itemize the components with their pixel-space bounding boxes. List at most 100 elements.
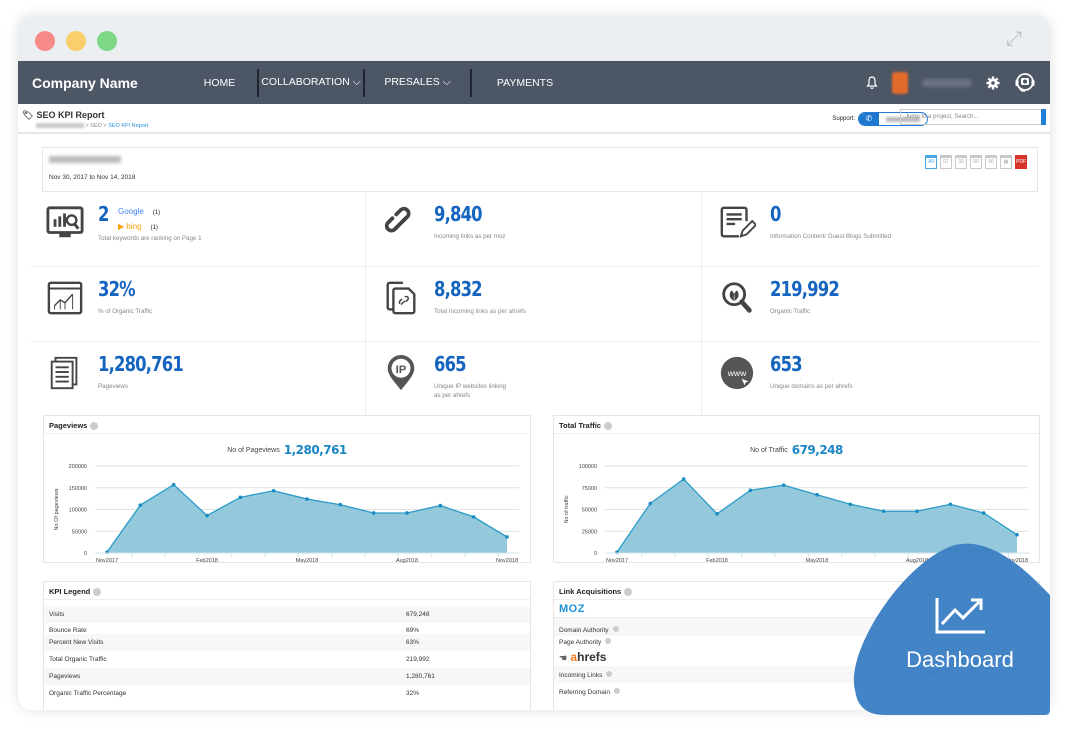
x-tick-label: May2018 <box>296 558 319 564</box>
data-point <box>205 513 209 518</box>
kpi-value: 32% <box>98 277 136 301</box>
top-nav: Company Name HOME COLLABORATION ⌵ PRESAL… <box>18 61 1050 104</box>
kpi-label: Information Content/ Guest Blogs Submitt… <box>770 233 892 240</box>
data-point <box>881 509 886 514</box>
kpi-grid: 2 Google (1) ▶ bing (1) Total keywords are… <box>30 192 1040 417</box>
y-tick-label: 100000 <box>69 508 87 514</box>
avatar[interactable] <box>892 71 908 94</box>
brand-name[interactable]: Company Name <box>32 75 182 91</box>
legend-row: Bounce Rate 69% <box>49 627 420 634</box>
breadcrumb-root-blurred[interactable] <box>36 123 84 129</box>
user-name-blurred[interactable] <box>922 78 972 87</box>
kpi-value: 9,840 <box>434 202 483 226</box>
legend-row: Percent New Visits 63% <box>44 634 530 651</box>
nav-presales[interactable]: PRESALES ⌵ <box>365 76 470 89</box>
dashboard-label: Dashboard <box>906 647 1014 672</box>
pdf-export-button[interactable]: PDF <box>1015 155 1027 169</box>
data-point <box>405 511 409 515</box>
nav-home[interactable]: HOME <box>182 77 257 89</box>
x-tick-label: Nov2018 <box>496 558 518 564</box>
help-icon[interactable] <box>612 626 619 632</box>
nav-collaboration[interactable]: COLLABORATION ⌵ <box>259 76 363 89</box>
data-point <box>948 502 953 507</box>
legend-row: Visits 679,248 <box>44 606 530 623</box>
kpi-label: Total keywords are ranking on Page 1 <box>98 235 202 242</box>
filter-all-button[interactable]: All <box>925 155 937 169</box>
gear-icon[interactable] <box>986 76 1000 90</box>
data-point <box>305 497 309 501</box>
bing-count: (1) <box>150 225 158 231</box>
y-tick-label: 100000 <box>579 464 597 470</box>
dashboard-badge[interactable]: Dashboard <box>845 540 1068 740</box>
filter-90-button[interactable]: 90 <box>985 155 997 169</box>
filter-07-button[interactable]: 07 <box>940 155 952 169</box>
data-point <box>848 502 853 507</box>
y-tick-label: 50000 <box>72 529 87 535</box>
bell-icon[interactable] <box>866 76 878 89</box>
kpi-value: 0 <box>770 202 781 226</box>
filter-60-button[interactable]: 60 <box>970 155 982 169</box>
pages-icon <box>50 356 78 390</box>
x-tick-label: Nov2017 <box>96 558 118 564</box>
data-point <box>715 512 719 516</box>
support-label: Support: <box>832 116 855 122</box>
kpi-organic-percent: 32% % of Organic Traffic <box>30 267 366 342</box>
svg-text:www: www <box>727 368 747 378</box>
google-logo: Google <box>118 207 144 216</box>
filter-30-button[interactable]: 30 <box>955 155 967 169</box>
data-point <box>371 511 376 515</box>
kpi-label: Organic Traffic <box>770 308 811 315</box>
data-point <box>748 488 753 493</box>
panel-title: KPI Legend <box>44 582 530 600</box>
kpi-label: % of Organic Traffic <box>98 308 153 315</box>
minimize-window-button[interactable] <box>66 31 86 51</box>
date-range: Nov 30, 2017 to Nov 14, 2018 <box>49 174 136 181</box>
y-tick-label: 75000 <box>582 486 597 492</box>
browser-chart-icon <box>47 281 83 315</box>
site-name-blurred <box>49 156 121 163</box>
document-edit-icon <box>720 206 756 238</box>
breadcrumb-current: SEO KPI Report <box>108 123 149 129</box>
x-tick-label: Aug2018 <box>396 558 418 564</box>
support-headset-icon[interactable] <box>1014 72 1036 94</box>
kpi-value: 2 <box>98 202 109 226</box>
kpi-organic-traffic: 219,992 Organic Traffic <box>702 267 1038 342</box>
ip-pin-icon: IP <box>387 354 415 391</box>
help-icon[interactable] <box>624 588 633 597</box>
range-filters: All 07 30 60 90 ▦ PDF <box>925 155 1027 169</box>
expand-arrows-icon[interactable]: ⤢ <box>1006 28 1022 51</box>
close-window-button[interactable] <box>35 31 55 51</box>
legend-row: Total Organic Traffic 219,992 <box>49 656 430 663</box>
y-axis-label: No of traffic <box>564 495 570 523</box>
help-icon[interactable] <box>605 638 612 644</box>
kpi-label: Total Incoming links as per ahrefs <box>434 308 526 315</box>
data-point <box>271 488 276 493</box>
maximize-window-button[interactable] <box>97 31 117 51</box>
project-search-input[interactable]: Jump to a project, Search... <box>900 109 1046 125</box>
help-icon[interactable] <box>606 670 613 677</box>
date-range-box: Nov 30, 2017 to Nov 14, 2018 All 07 30 6… <box>42 147 1038 192</box>
data-point <box>815 492 819 497</box>
breadcrumb-seo[interactable]: SEO <box>90 123 102 129</box>
data-point <box>981 511 986 515</box>
kpi-label: Incoming links as per moz <box>434 233 506 240</box>
kpi-moz-links: 9,840 Incoming links as per moz <box>366 192 702 267</box>
nav-payments[interactable]: PAYMENTS <box>472 77 578 89</box>
custom-range-calendar-icon[interactable]: ▦ <box>1000 155 1012 169</box>
legend-row: Pageviews 1,280,761 <box>44 668 530 685</box>
bing-logo: ▶ bing <box>118 222 142 231</box>
pageviews-chart: 0 50000 100000 150000 200000 No Of pageviews N… <box>54 464 519 564</box>
title-bar: ⤢ <box>18 16 1050 61</box>
help-icon[interactable] <box>613 687 620 694</box>
data-point <box>471 515 476 519</box>
page-title-wrap: 🏷 SEO KPI Report <box>22 110 104 121</box>
page-title: SEO KPI Report <box>36 110 105 120</box>
kpi-unique-ip: IP 665 Unique IP websites linking as per… <box>366 342 702 417</box>
kpi-label: Unique IP websites linking as per ahrefs <box>434 383 507 399</box>
linked-files-icon <box>386 281 416 315</box>
data-point <box>1015 532 1019 537</box>
breadcrumb: > SEO > SEO KPI Report <box>36 123 148 129</box>
svg-text:IP: IP <box>396 364 407 376</box>
y-tick-label: 200000 <box>69 464 87 470</box>
help-icon[interactable] <box>93 588 102 597</box>
